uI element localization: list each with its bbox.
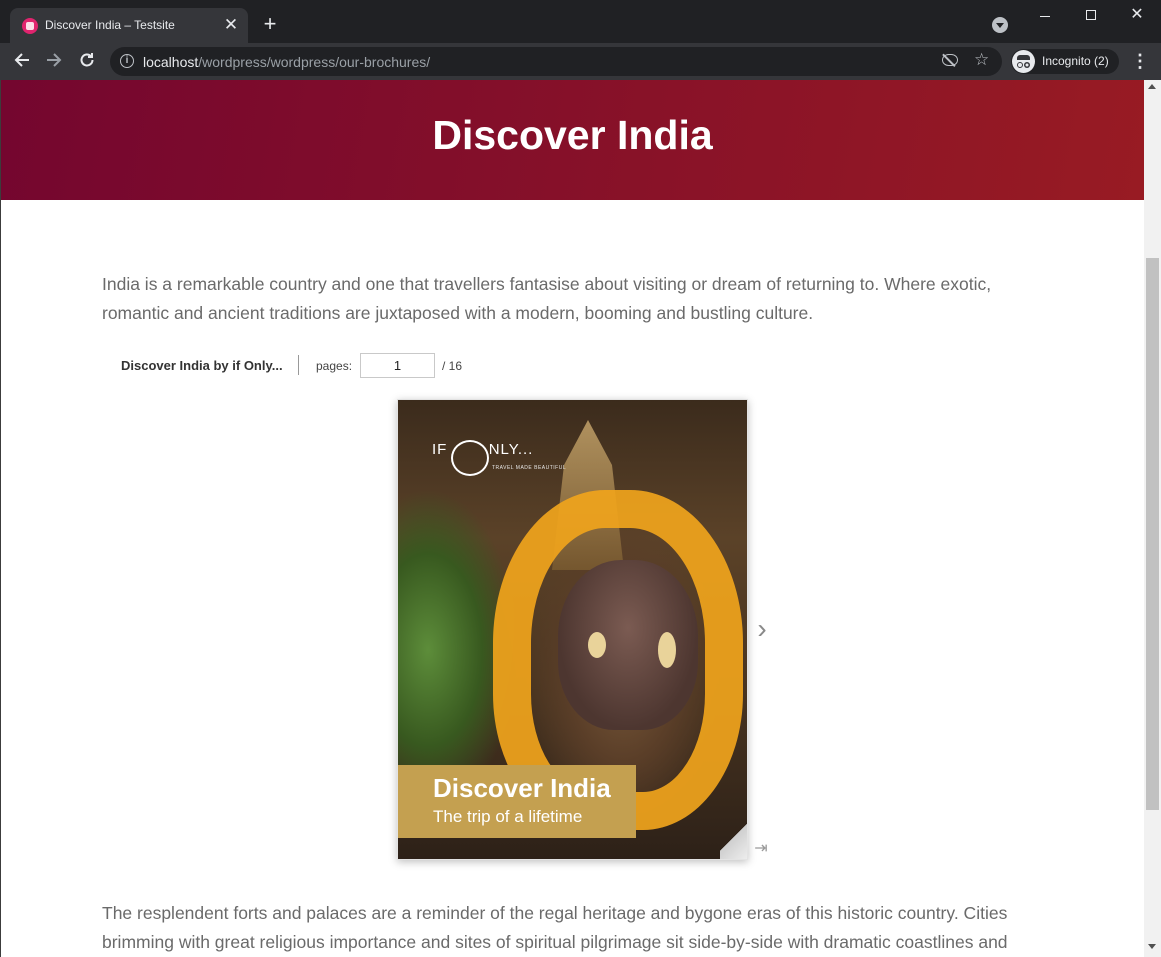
favicon-icon (22, 18, 38, 34)
incognito-button[interactable]: Incognito (2) (1011, 49, 1119, 74)
statue-tusk-left (588, 632, 606, 658)
forward-icon[interactable] (43, 51, 65, 73)
new-tab-button[interactable]: + (260, 13, 280, 35)
tab-search-icon[interactable] (992, 17, 1008, 33)
page-total: / 16 (442, 359, 463, 373)
flipbook-title: Discover India by if Only... (121, 358, 283, 373)
page-number-input[interactable] (360, 353, 435, 378)
statue-tusk-right (658, 632, 676, 668)
maximize-button[interactable] (1068, 4, 1114, 26)
star-icon[interactable]: ☆ (974, 50, 989, 70)
minimize-button[interactable] (1022, 4, 1068, 26)
last-page-icon[interactable]: ⇥ (752, 839, 770, 859)
pages-label: pages: (316, 359, 353, 373)
reload-icon[interactable] (76, 51, 98, 73)
flipbook-cover[interactable]: IF NLY... TRAVEL MADE BEAUTIFUL Discover… (397, 399, 748, 860)
cover-title: Discover India (433, 773, 611, 803)
minimize-icon (1040, 16, 1050, 17)
page-curl[interactable] (720, 810, 747, 859)
cover-subtitle: The trip of a lifetime (433, 807, 583, 826)
back-icon[interactable] (11, 51, 33, 73)
toolbar-divider (298, 355, 299, 375)
body-paragraph: The resplendent forts and palaces are a … (102, 903, 1008, 952)
brand-logo-ring (451, 440, 489, 476)
page-scrollbar[interactable] (1144, 80, 1161, 957)
browser-tab[interactable]: Discover India – Testsite ✕ (10, 8, 248, 43)
ganesha-statue (558, 560, 698, 730)
scroll-down-icon[interactable] (1148, 944, 1156, 949)
maximize-icon (1086, 10, 1096, 20)
eye-off-icon[interactable] (942, 54, 958, 66)
address-bar[interactable]: i localhost/wordpress/wordpress/our-broc… (110, 47, 1002, 76)
info-icon[interactable]: i (120, 54, 134, 68)
brand-tagline: TRAVEL MADE BEAUTIFUL (492, 465, 567, 471)
next-page-icon[interactable]: › (752, 614, 772, 644)
close-window-button[interactable]: ✕ (1114, 4, 1160, 26)
incognito-label: Incognito (2) (1042, 54, 1109, 68)
close-tab-icon[interactable]: ✕ (222, 16, 240, 34)
hero-banner: Discover India (1, 80, 1144, 200)
url-text: localhost/wordpress/wordpress/our-brochu… (143, 54, 431, 70)
page-viewport: Discover India India is a remarkable cou… (0, 80, 1161, 957)
menu-icon[interactable]: ⋮ (1131, 52, 1149, 72)
page-title: Discover India (432, 112, 713, 158)
browser-titlebar: Discover India – Testsite ✕ + ✕ (0, 0, 1161, 43)
incognito-icon (1012, 50, 1035, 73)
browser-toolbar: i localhost/wordpress/wordpress/our-broc… (0, 43, 1161, 80)
scrollbar-thumb[interactable] (1146, 258, 1159, 810)
tab-title: Discover India – Testsite (45, 18, 175, 32)
scroll-up-icon[interactable] (1148, 84, 1156, 89)
intro-paragraph: India is a remarkable country and one th… (102, 274, 992, 323)
